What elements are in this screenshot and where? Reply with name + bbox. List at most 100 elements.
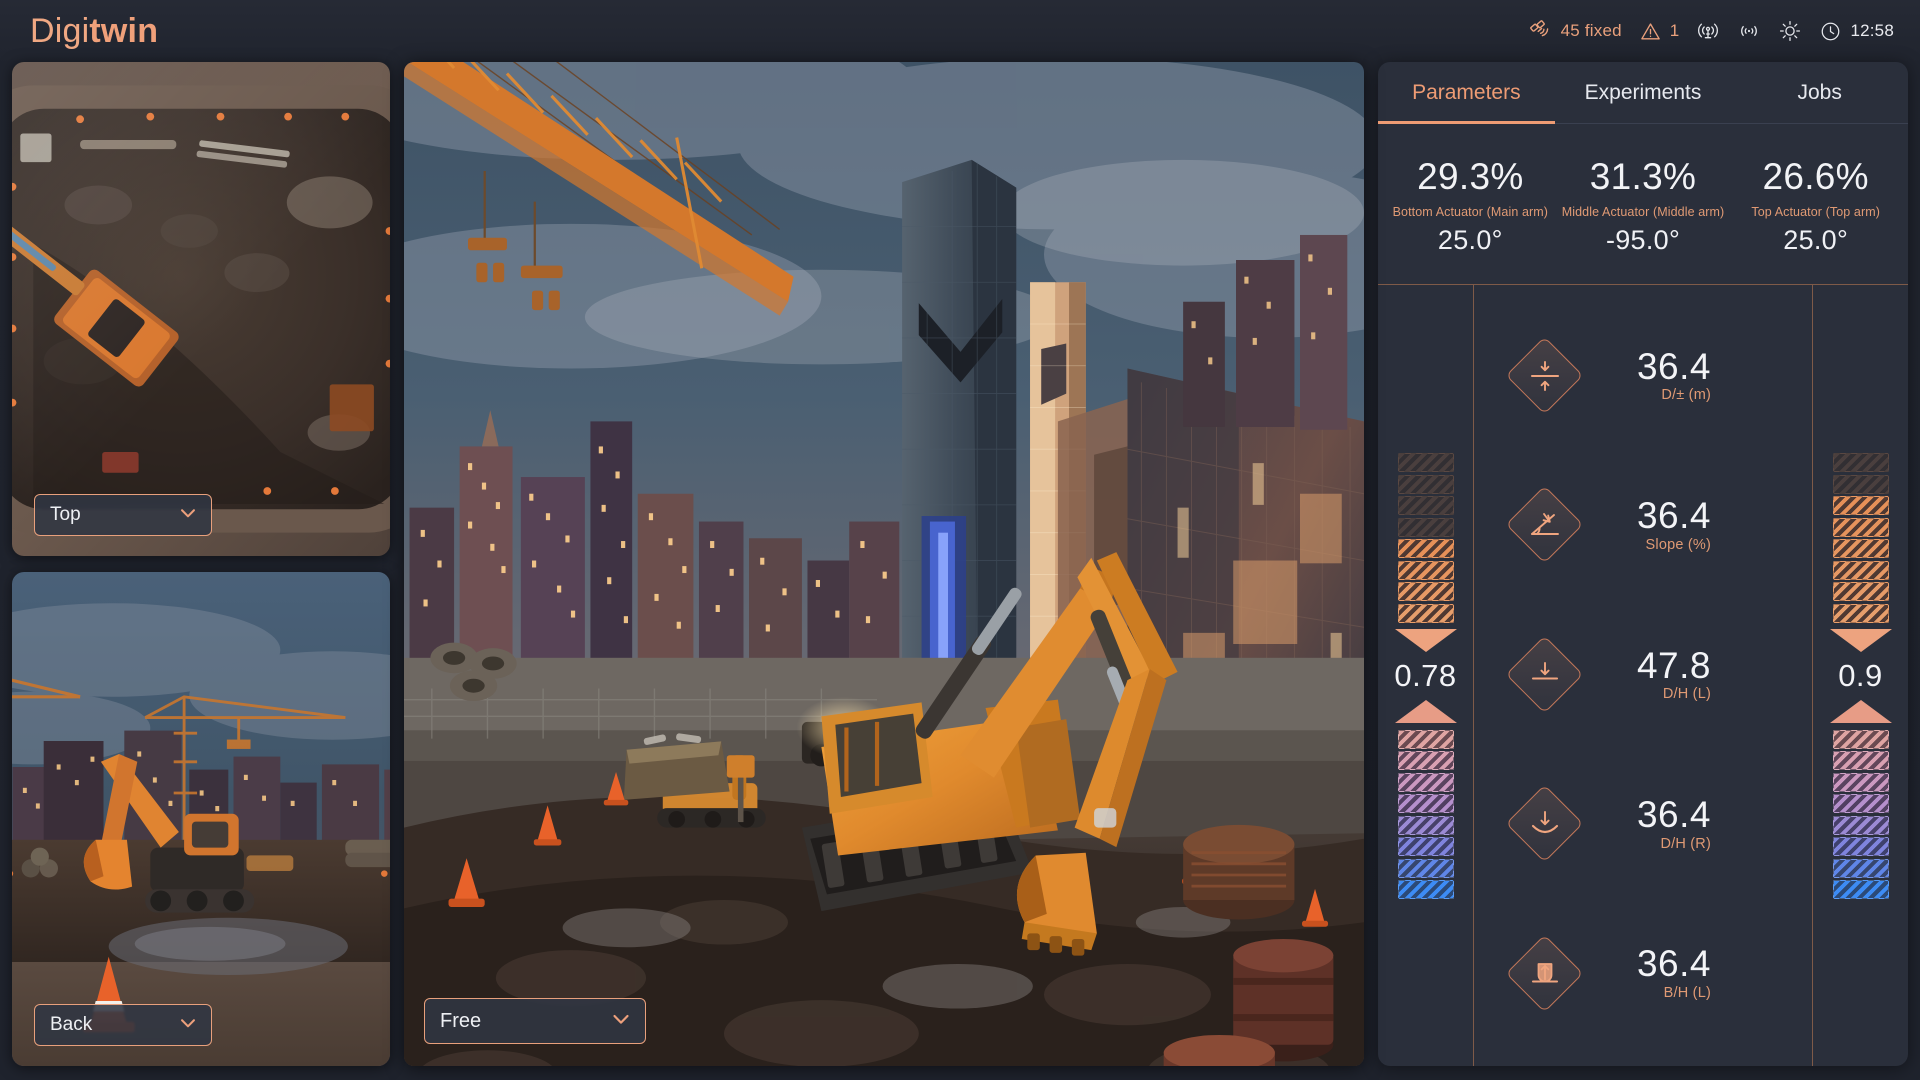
gauge-segment [1832, 751, 1889, 771]
metric-dh-right: 36.4 D/H (R) [1474, 784, 1812, 863]
metric-bh-left-value: 36.4 [1636, 943, 1711, 985]
view-card-back[interactable]: Back [12, 572, 390, 1066]
gauge-right-above-segments [1832, 451, 1889, 626]
arrow-to-curve-icon [1505, 784, 1584, 863]
warning-status[interactable]: 1 [1639, 20, 1680, 43]
view-card-top[interactable]: Top [12, 62, 390, 556]
actuator-middle-label: Middle Actuator (Middle arm) [1561, 204, 1725, 219]
actuator-top-label: Top Actuator (Top arm) [1751, 204, 1880, 219]
gauge-right-up-arrow-icon [1829, 700, 1892, 724]
chevron-down-icon [177, 502, 199, 529]
clock-status: 12:58 [1819, 20, 1894, 43]
gauge-segment [1397, 815, 1454, 835]
metric-dh-left-value: 47.8 [1636, 644, 1711, 686]
camera-select-top-label: Top [50, 504, 81, 525]
slope-angle-icon [1505, 486, 1584, 564]
actuator-top-angle: 25.0° [1783, 224, 1849, 255]
gauge-segment [1832, 880, 1889, 900]
tab-parameters-label: Parameters [1412, 80, 1521, 104]
tab-experiments[interactable]: Experiments [1555, 62, 1732, 123]
metric-bh-left-label: B/H (L) [1663, 985, 1711, 1002]
gauge-right-below-segments [1832, 727, 1889, 902]
gauge-segment [1397, 751, 1454, 771]
actuator-middle-angle: -95.0° [1605, 224, 1681, 255]
radio-tower-status[interactable] [1696, 19, 1720, 43]
clock-icon [1819, 20, 1842, 43]
status-bar: 45 fixed 1 12:58 [1529, 19, 1894, 43]
actuator-bottom-percent: 29.3% [1417, 156, 1524, 197]
gauge-segment [1832, 453, 1889, 473]
gauge-segment [1397, 539, 1454, 559]
actuator-top-percent: 26.6% [1762, 156, 1869, 197]
actuator-top: 26.6% Top Actuator (Top arm) 25.0° [1729, 156, 1902, 256]
gauge-left-below-segments [1397, 727, 1454, 902]
metric-dh-left-label: D/H (L) [1662, 686, 1711, 703]
top-view-render [12, 62, 390, 556]
gauge-segment [1832, 772, 1889, 792]
gauge-left-above-segments [1397, 451, 1454, 626]
digitwin-app: Digitwin 45 fixed 1 12:58 Top Back Free … [0, 0, 1920, 1080]
parameters-panel: Parameters Experiments Jobs 29.3% Bottom… [1378, 62, 1908, 1066]
radio-tower-icon [1696, 19, 1720, 43]
main-viewport-column: Free [404, 62, 1364, 1066]
actuator-bottom-label: Bottom Actuator (Main arm) [1392, 204, 1549, 219]
secondary-views: Top Back [12, 62, 390, 1066]
tab-jobs[interactable]: Jobs [1731, 62, 1908, 123]
gauge-segment [1832, 474, 1889, 494]
chevron-down-icon [609, 1007, 633, 1036]
gauge-segment [1832, 517, 1889, 537]
metric-depth-value: 36.4 [1636, 345, 1711, 387]
tab-jobs-label: Jobs [1797, 80, 1842, 104]
actuator-bottom-angle: 25.0° [1437, 224, 1503, 255]
actuator-readouts: 29.3% Bottom Actuator (Main arm) 25.0° 3… [1378, 124, 1908, 285]
gauge-segment [1832, 858, 1889, 878]
actuator-middle-percent: 31.3% [1589, 156, 1697, 197]
gauge-segment [1832, 794, 1889, 814]
app-logo: Digitwin [30, 12, 158, 51]
gauge-left-up-arrow-icon [1394, 700, 1457, 724]
metric-slope-label: Slope (%) [1645, 536, 1711, 553]
gauge-left-down-arrow-icon [1394, 629, 1457, 653]
gauge-segment [1397, 729, 1454, 749]
camera-select-top[interactable]: Top [34, 494, 212, 536]
actuator-middle: 31.3% Middle Actuator (Middle arm) -95.0… [1557, 156, 1730, 256]
camera-select-main[interactable]: Free [424, 998, 646, 1044]
gauge-segment [1397, 582, 1454, 602]
back-view-render [12, 572, 390, 1066]
chevron-down-icon [177, 1012, 199, 1039]
brightness-control[interactable] [1778, 19, 1802, 43]
camera-select-back[interactable]: Back [34, 1004, 212, 1046]
bucket-lift-icon [1505, 934, 1584, 1013]
gauge-left[interactable]: 0.78 [1378, 284, 1474, 1066]
gauge-segment [1832, 729, 1889, 749]
gauge-segment [1397, 772, 1454, 792]
gauge-right[interactable]: 0.9 [1812, 284, 1908, 1066]
signal-status[interactable] [1737, 19, 1761, 43]
gnss-status-text: 45 fixed [1560, 21, 1622, 40]
top-bar: Digitwin 45 fixed 1 12:58 [0, 0, 1920, 62]
gauge-segment [1832, 539, 1889, 559]
gauge-segment [1397, 603, 1454, 623]
signal-waves-icon [1737, 19, 1761, 43]
main-viewport[interactable]: Free [404, 62, 1364, 1066]
metric-bh-left: 36.4 B/H (L) [1474, 934, 1812, 1013]
gauge-segment [1397, 858, 1454, 878]
gauge-segment [1397, 517, 1454, 537]
camera-select-main-label: Free [440, 1009, 482, 1032]
gauge-segment [1397, 794, 1454, 814]
tab-parameters[interactable]: Parameters [1378, 62, 1555, 124]
guidance-section: 0.78 36.4 D/± (m) 36.4 Slope (%) 47.8 D/… [1378, 284, 1908, 1066]
metrics-list: 36.4 D/± (m) 36.4 Slope (%) 47.8 D/H (L)… [1474, 285, 1812, 1066]
metric-depth: 36.4 D/± (m) [1474, 336, 1812, 415]
metric-depth-label: D/± (m) [1661, 387, 1711, 404]
gauge-segment [1397, 474, 1454, 494]
gauge-segment [1832, 582, 1889, 602]
main-layout: Top Back Free Parameters Experiments Job… [0, 62, 1920, 1080]
gauge-segment [1397, 880, 1454, 900]
metric-slope: 36.4 Slope (%) [1474, 486, 1812, 564]
depth-between-arrows-icon [1505, 336, 1584, 415]
gauge-segment [1832, 815, 1889, 835]
gnss-status[interactable]: 45 fixed [1529, 19, 1622, 43]
gauge-right-value: 0.9 [1838, 658, 1883, 694]
metric-dh-right-value: 36.4 [1636, 793, 1711, 835]
